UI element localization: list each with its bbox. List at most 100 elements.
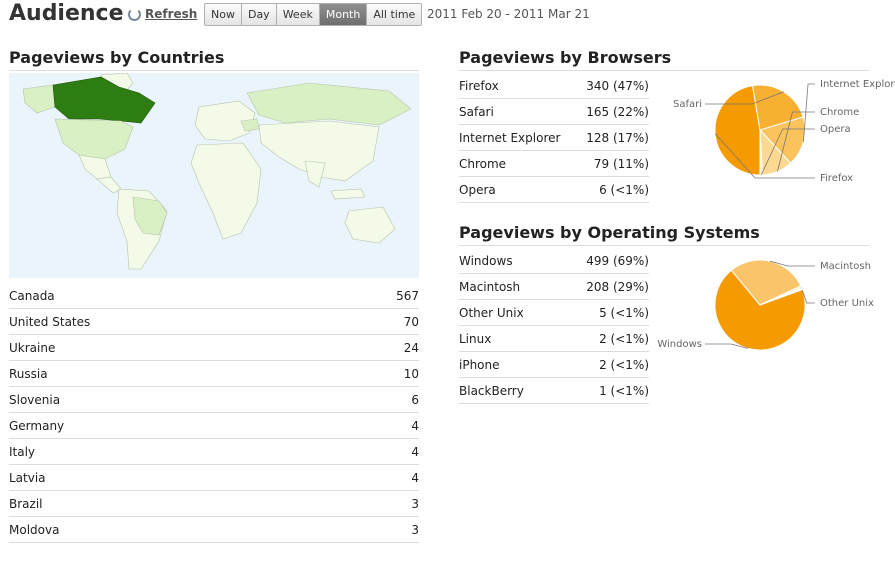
table-row: BlackBerry 1 (<1%): [459, 377, 649, 404]
country-name: Russia: [9, 360, 329, 387]
pie-label-chrome: Chrome: [820, 107, 859, 118]
browser-name: Safari: [459, 98, 577, 125]
refresh-icon: [128, 7, 141, 21]
pie-label-safari: Safari: [673, 99, 702, 110]
table-row: Italy 4: [9, 438, 419, 465]
refresh-label: Refresh: [145, 7, 198, 21]
range-now-button[interactable]: Now: [205, 4, 242, 25]
browser-value: 165 (22%): [576, 98, 649, 125]
table-row: Canada 567: [9, 283, 419, 309]
map-usa: [54, 118, 134, 160]
table-row: Germany 4: [9, 412, 419, 439]
country-value: 24: [328, 334, 419, 361]
country-name: United States: [9, 308, 329, 335]
table-row: Slovenia 6: [9, 386, 419, 413]
country-value: 6: [328, 386, 419, 413]
pie-label-macintosh: Macintosh: [820, 261, 871, 272]
table-row: Macintosh 208 (29%): [459, 273, 649, 300]
country-value: 567: [328, 283, 419, 309]
country-name: Canada: [9, 283, 329, 309]
browser-name: Firefox: [459, 73, 577, 99]
country-name: Moldova: [9, 516, 329, 543]
pie-label-internet-explorer: Internet Explorer: [820, 79, 895, 90]
map-russia: [246, 82, 412, 126]
browser-value: 6 (<1%): [576, 176, 649, 203]
table-row: Linux 2 (<1%): [459, 325, 649, 352]
browser-value: 79 (11%): [576, 150, 649, 177]
map-africa: [190, 142, 262, 240]
map-central-america: [96, 176, 122, 194]
country-name: Brazil: [9, 490, 329, 517]
page-title: Audience: [9, 1, 124, 26]
os-name: Linux: [459, 325, 556, 352]
range-month-button[interactable]: Month: [319, 4, 368, 25]
os-name: iPhone: [459, 351, 556, 378]
refresh-button[interactable]: Refresh: [128, 7, 197, 21]
browsers-pie-chart: Firefox Safari Internet Explorer Chrome Oper…: [673, 79, 895, 184]
table-row: Chrome 79 (11%): [459, 150, 649, 177]
country-value: 3: [328, 516, 419, 543]
table-row: Internet Explorer 128 (17%): [459, 124, 649, 151]
table-row: Moldova 3: [9, 516, 419, 543]
country-value: 4: [328, 412, 419, 439]
country-name: Latvia: [9, 464, 329, 491]
os-pie-chart: Windows Macintosh Other Unix: [657, 259, 874, 351]
country-value: 70: [328, 308, 419, 335]
country-name: Italy: [9, 438, 329, 465]
table-row: Ukraine 24: [9, 334, 419, 361]
table-row: Firefox 340 (47%): [459, 73, 649, 99]
browser-name: Internet Explorer: [459, 124, 577, 151]
countries-table: Canada 567 United States 70 Ukraine 24 Russ…: [9, 283, 419, 543]
table-row: Safari 165 (22%): [459, 98, 649, 125]
os-name: Windows: [459, 248, 556, 274]
world-map-svg: [22, 72, 412, 270]
country-value: 10: [328, 360, 419, 387]
map-australia: [344, 206, 396, 244]
range-week-button[interactable]: Week: [276, 4, 320, 25]
os-name: Other Unix: [459, 299, 556, 326]
browser-name: Opera: [459, 176, 577, 203]
os-value: 2 (<1%): [555, 325, 649, 352]
table-row: United States 70: [9, 308, 419, 335]
table-row: Opera 6 (<1%): [459, 176, 649, 203]
os-value: 208 (29%): [555, 273, 649, 300]
pie-slice-firefox[interactable]: [714, 85, 761, 176]
os-name: Macintosh: [459, 273, 556, 300]
range-day-button[interactable]: Day: [241, 4, 277, 25]
table-row: Latvia 4: [9, 464, 419, 491]
table-row: Other Unix 5 (<1%): [459, 299, 649, 326]
world-map[interactable]: [9, 72, 419, 278]
table-row: iPhone 2 (<1%): [459, 351, 649, 378]
os-value: 1 (<1%): [555, 377, 649, 404]
pie-label-opera: Opera: [820, 124, 851, 135]
pie-label-other-unix: Other Unix: [820, 298, 874, 309]
table-row: Brazil 3: [9, 490, 419, 517]
date-range: 2011 Feb 20 - 2011 Mar 21: [427, 7, 590, 21]
country-value: 4: [328, 438, 419, 465]
country-name: Ukraine: [9, 334, 329, 361]
table-row: Windows 499 (69%): [459, 248, 649, 274]
os-value: 5 (<1%): [555, 299, 649, 326]
os-value: 2 (<1%): [555, 351, 649, 378]
time-range-selector: Now Day Week Month All time: [204, 3, 423, 26]
country-name: Germany: [9, 412, 329, 439]
map-alaska: [22, 84, 56, 114]
country-value: 4: [328, 464, 419, 491]
map-indonesia: [330, 188, 366, 200]
browser-value: 340 (47%): [576, 73, 649, 99]
browser-name: Chrome: [459, 150, 577, 177]
country-name: Slovenia: [9, 386, 329, 413]
map-india: [304, 160, 326, 188]
browsers-section-title: Pageviews by Browsers: [459, 48, 869, 71]
pie-label-windows: Windows: [657, 339, 702, 350]
range-all-time-button[interactable]: All time: [367, 4, 422, 25]
os-section-title: Pageviews by Operating Systems: [459, 223, 869, 246]
browsers-table: Firefox 340 (47%) Safari 165 (22%) Interne…: [459, 73, 649, 203]
os-table: Windows 499 (69%) Macintosh 208 (29%) Othe…: [459, 248, 649, 404]
os-value: 499 (69%): [555, 248, 649, 274]
countries-section-title: Pageviews by Countries: [9, 48, 419, 71]
pie-label-firefox: Firefox: [820, 173, 853, 184]
table-row: Russia 10: [9, 360, 419, 387]
browser-value: 128 (17%): [576, 124, 649, 151]
os-name: BlackBerry: [459, 377, 556, 404]
